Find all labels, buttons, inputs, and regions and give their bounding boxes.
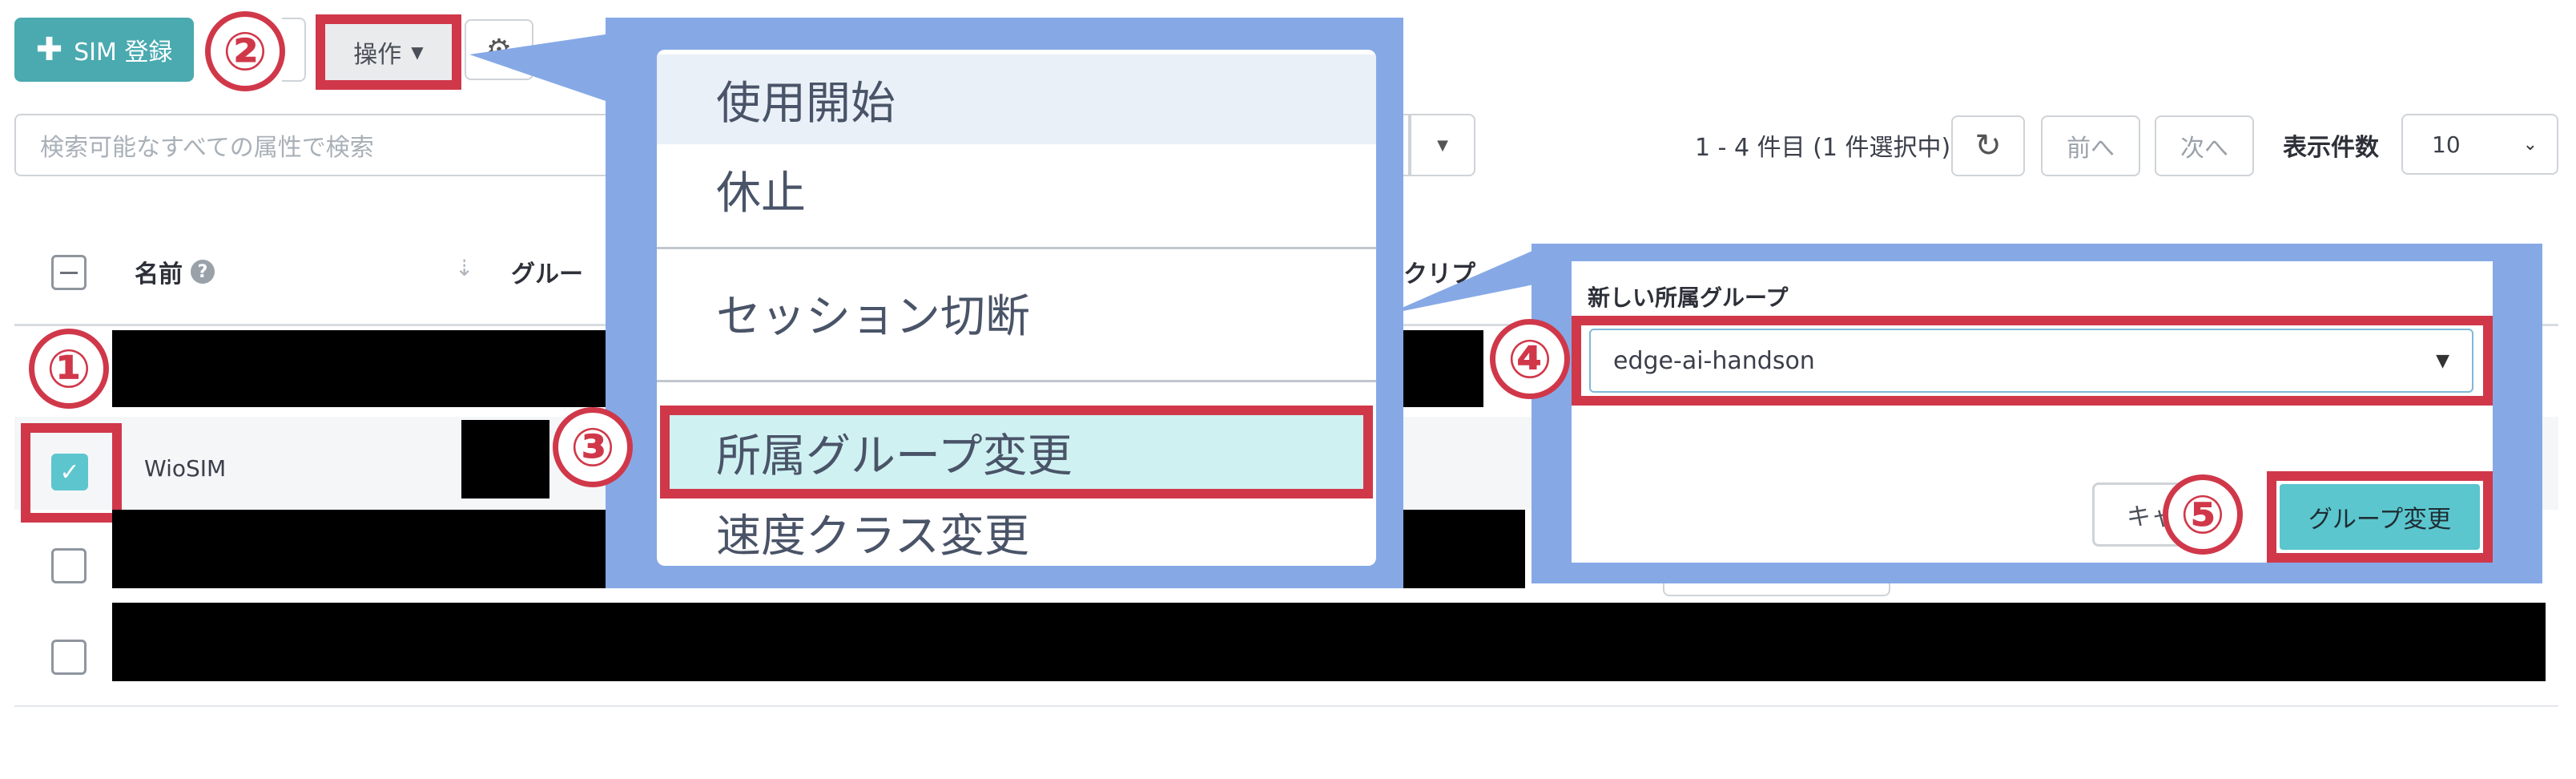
menu-divider: [657, 247, 1376, 249]
menu-item-change-group[interactable]: 所属グループ変更: [670, 415, 1363, 489]
menu-item-change-speed-label: 速度クラス変更: [716, 510, 1029, 563]
caret-down-icon: ▼: [2436, 350, 2449, 371]
group-select[interactable]: edge-ai-handson ▼: [1589, 329, 2473, 393]
callout-number-4: ④: [1490, 319, 1570, 399]
menu-item-suspend[interactable]: 休止: [657, 149, 1376, 229]
callout-number-2: ②: [205, 11, 285, 91]
change-group-button[interactable]: グループ変更: [2280, 484, 2480, 550]
callout-number-1: ①: [29, 329, 109, 409]
change-group-label: グループ変更: [2308, 506, 2452, 534]
menu-item-start-label: 使用開始: [716, 77, 896, 130]
menu-item-disconnect-session[interactable]: セッション切断: [657, 264, 1376, 361]
menu-item-change-speed[interactable]: 速度クラス変更: [657, 498, 1376, 566]
group-select-value: edge-ai-handson: [1613, 346, 1815, 375]
menu-item-change-group-label: 所属グループ変更: [716, 430, 1073, 482]
callout-number-3: ③: [553, 407, 633, 487]
operation-menu: 使用開始 休止 セッション切断 所属グループ変更 速度クラス変更: [657, 50, 1376, 566]
group-dialog-label: 新しい所属グループ: [1588, 285, 1789, 311]
callout-number-5: ⑤: [2163, 474, 2243, 555]
menu-item-start[interactable]: 使用開始: [657, 54, 1376, 144]
group-dialog: 新しい所属グループ edge-ai-handson ▼ キャ グループ変更: [1572, 261, 2493, 563]
menu-item-suspend-label: 休止: [716, 167, 806, 220]
menu-item-disconnect-label: セッション切断: [716, 290, 1030, 343]
menu-divider: [657, 380, 1376, 382]
